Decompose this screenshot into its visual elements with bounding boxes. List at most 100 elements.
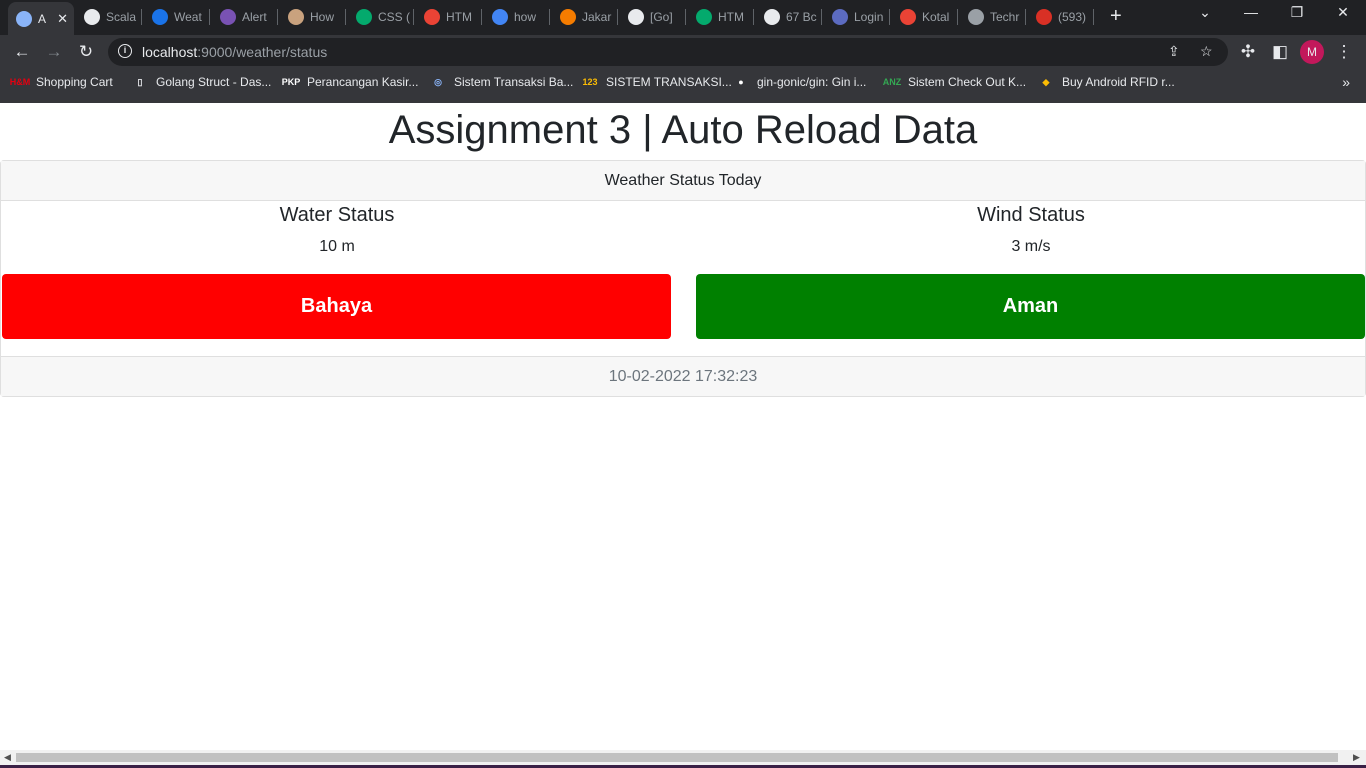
sun-icon [560, 9, 576, 25]
site-icon [288, 9, 304, 25]
shop-icon: ◆ [1042, 76, 1050, 87]
bookmark-item[interactable]: PKP Perancangan Kasir... [282, 75, 419, 89]
tab-label: Kotal [922, 10, 950, 24]
bookmark-item[interactable]: ANZ Sistem Check Out K... [882, 75, 1027, 89]
tab-label: (593) [1058, 10, 1087, 24]
google-icon [492, 9, 508, 25]
w3-icon [356, 9, 372, 25]
tab-label: Scala [106, 10, 137, 24]
bookmark-star-icon[interactable]: ☆ [1200, 43, 1213, 60]
tab-label: Jakar [582, 10, 612, 24]
tab-label: Weat [174, 10, 202, 24]
side-panel-icon[interactable]: ◧ [1268, 40, 1292, 64]
share-icon[interactable]: ⇪ [1168, 43, 1180, 60]
wind-status-badge: Aman [696, 274, 1365, 339]
bookmark-item[interactable]: ● gin-gonic/gin: Gin i... [733, 75, 866, 89]
w3-icon [696, 9, 712, 25]
forward-button[interactable]: → [42, 40, 66, 64]
avatar[interactable]: M [1300, 40, 1324, 64]
reload-button[interactable]: ↻ [74, 40, 98, 64]
last-updated-timestamp: 10-02-2022 17:32:23 [1, 356, 1365, 396]
tab-label: CSS ( [378, 10, 411, 24]
new-tab-button[interactable]: + [1110, 6, 1122, 26]
water-status-badge: Bahaya [2, 274, 671, 339]
tab-separator [209, 9, 210, 25]
hm-icon: H&M [9, 77, 31, 87]
tab-4[interactable]: How [280, 5, 346, 29]
tab-label: Login [854, 10, 884, 24]
tab-label: Techr [990, 10, 1020, 24]
tab-14[interactable]: Techr [960, 5, 1026, 29]
tab-7[interactable]: how [484, 5, 550, 29]
scrollbar-thumb[interactable] [16, 753, 1338, 762]
bookmark-item[interactable]: ◆ Buy Android RFID r... [1038, 75, 1175, 89]
tab-11[interactable]: 67 Bc [756, 5, 822, 29]
tab-separator [1025, 9, 1026, 25]
url-text[interactable]: localhost:9000/weather/status [142, 44, 327, 60]
tab-0[interactable]: A ✕ [8, 2, 74, 35]
tab-separator [753, 9, 754, 25]
water-status-value: 10 m [319, 238, 355, 255]
tab-separator [141, 9, 142, 25]
tab-2[interactable]: Weat [144, 5, 210, 29]
back-button[interactable]: ← [10, 40, 34, 64]
tab-label: A [38, 11, 47, 26]
tab-5[interactable]: CSS ( [348, 5, 414, 29]
tab-separator [821, 9, 822, 25]
bookmark-label: Sistem Check Out K... [908, 75, 1027, 89]
tab-15[interactable]: (593) [1028, 5, 1094, 29]
tab-separator [957, 9, 958, 25]
site-info-icon[interactable]: i [118, 44, 132, 58]
tab-separator [481, 9, 482, 25]
tab-3[interactable]: Alert [212, 5, 278, 29]
tab-6[interactable]: HTM [416, 5, 482, 29]
horizontal-scrollbar[interactable]: ◀ ▶ [0, 750, 1366, 765]
tab-label: HTM [718, 10, 744, 24]
bookmark-item[interactable]: H&M Shopping Cart [9, 75, 113, 89]
close-window-button[interactable]: ✕ [1328, 4, 1358, 21]
bookmark-label: gin-gonic/gin: Gin i... [757, 75, 867, 89]
url-path: :9000/weather/status [197, 44, 328, 60]
weather-card: Weather Status Today Water Status 10 m B… [0, 160, 1366, 397]
bookmark-item[interactable]: 123 SISTEM TRANSAKSI... [582, 75, 731, 89]
extensions-icon[interactable]: ✣ [1236, 40, 1260, 64]
scroll-right-arrow-icon[interactable]: ▶ [1353, 752, 1360, 763]
tab-9[interactable]: [Go] [620, 5, 686, 29]
github-icon: ● [738, 77, 744, 87]
globe-icon [968, 9, 984, 25]
wind-status-title: Wind Status [977, 204, 1085, 226]
tab-separator [1093, 9, 1094, 25]
tab-13[interactable]: Kotal [892, 5, 958, 29]
restore-button[interactable]: ❐ [1282, 4, 1312, 21]
bookmark-label: Sistem Transaksi Ba... [454, 75, 574, 89]
menu-icon[interactable]: ⋮ [1332, 40, 1356, 64]
scroll-left-arrow-icon[interactable]: ◀ [4, 752, 11, 763]
bookmark-label: Golang Struct - Das... [156, 75, 272, 89]
tab-label: How [310, 10, 335, 24]
tab-8[interactable]: Jakar [552, 5, 618, 29]
browser-chrome: A ✕ Scala Weat Alert How CSS (HTM how Jakar [Go] H… [0, 0, 1366, 103]
url-host: localhost [142, 44, 198, 60]
tab-label: [Go] [650, 10, 673, 24]
tab-search-icon[interactable]: ⌄ [1190, 4, 1220, 21]
tab-separator [617, 9, 618, 25]
address-bar[interactable]: i localhost:9000/weather/status ⇪ ☆ [108, 38, 1228, 66]
bookmarks-overflow-icon[interactable]: » [1342, 74, 1350, 90]
globe-icon [16, 10, 32, 27]
tab-separator [889, 9, 890, 25]
tab-10[interactable]: HTM [688, 5, 754, 29]
close-tab-icon[interactable]: ✕ [57, 11, 68, 27]
tab-12[interactable]: Login [824, 5, 890, 29]
record-icon [424, 9, 440, 25]
bookmarks-bar: H&M Shopping Cart ▯ Golang Struct - Das... P… [0, 70, 1366, 98]
gmail-icon [900, 9, 916, 25]
anz-icon: ANZ [882, 77, 902, 87]
card-header: Weather Status Today [1, 161, 1365, 201]
tab-1[interactable]: Scala [76, 5, 142, 29]
scala-icon [84, 9, 100, 25]
bookmark-item[interactable]: ◎ Sistem Transaksi Ba... [430, 75, 573, 89]
minimize-button[interactable]: — [1236, 4, 1266, 20]
tab-separator [345, 9, 346, 25]
tab-separator [549, 9, 550, 25]
bookmark-item[interactable]: ▯ Golang Struct - Das... [132, 75, 272, 89]
